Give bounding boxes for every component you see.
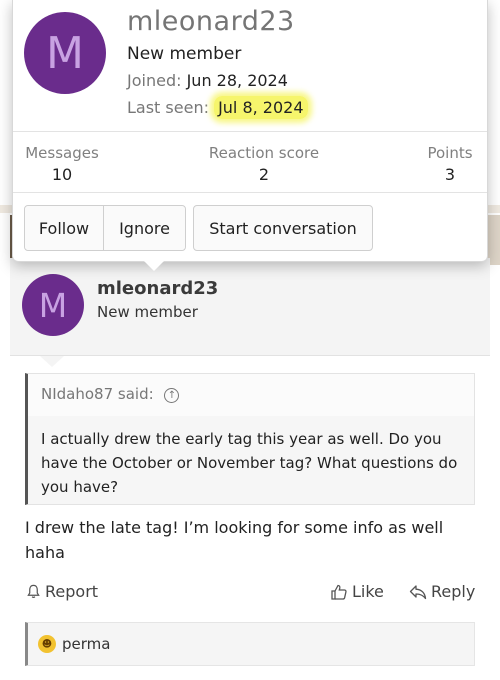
- reaction-users[interactable]: perma: [62, 635, 110, 653]
- reply-arrow-icon: [409, 584, 427, 599]
- like-link[interactable]: Like: [330, 582, 384, 601]
- follow-ignore-group: Follow Ignore: [24, 205, 186, 251]
- member-user-title: New member: [127, 44, 242, 64]
- post-message: I drew the late tag! I’m looking for som…: [25, 518, 444, 562]
- reactions-bar[interactable]: ☻ perma: [25, 622, 475, 666]
- report-link[interactable]: Report: [26, 582, 98, 601]
- stat-messages[interactable]: Messages 10: [24, 144, 100, 184]
- stat-label: Messages: [25, 144, 99, 162]
- follow-button[interactable]: Follow: [25, 206, 104, 250]
- quote-block: NIdaho87 said: ↑ I actually drew the ear…: [25, 373, 475, 505]
- stat-label: Reaction score: [208, 144, 320, 162]
- member-last-seen: Last seen: Jul 8, 2024: [127, 96, 308, 119]
- member-stats: Messages 10 Reaction score 2 Points 3: [13, 131, 487, 193]
- last-seen-label: Last seen:: [127, 98, 209, 117]
- post-actions-bar: Report Like Reply: [0, 582, 500, 608]
- reply-link[interactable]: Reply: [409, 582, 475, 601]
- ignore-button[interactable]: Ignore: [104, 206, 185, 250]
- stat-value: 2: [258, 165, 270, 184]
- member-username[interactable]: mleonard23: [127, 6, 295, 37]
- member-card-header: M mleonard23 New member Joined: Jun 28, …: [13, 0, 487, 130]
- stat-value: 3: [444, 165, 456, 184]
- post-user-title: New member: [97, 303, 198, 321]
- joined-label: Joined:: [127, 71, 182, 90]
- like-label: Like: [352, 582, 384, 601]
- post-user-header: M mleonard23 New member: [10, 258, 490, 356]
- last-seen-value: Jul 8, 2024: [214, 96, 308, 119]
- bell-icon: [27, 584, 40, 598]
- stat-points[interactable]: Points 3: [425, 144, 475, 184]
- avatar[interactable]: M: [24, 12, 106, 94]
- member-tooltip-card: M mleonard23 New member Joined: Jun 28, …: [12, 0, 488, 262]
- member-joined: Joined: Jun 28, 2024: [127, 71, 288, 90]
- quote-author[interactable]: NIdaho87 said:: [41, 385, 154, 403]
- post-username[interactable]: mleonard23: [97, 278, 218, 299]
- arrow-up-circle-icon[interactable]: ↑: [164, 388, 180, 403]
- joined-value: Jun 28, 2024: [186, 71, 288, 90]
- thumbs-up-icon: [331, 584, 347, 600]
- stat-value: 10: [51, 165, 73, 184]
- post-header-arrow: [40, 356, 64, 367]
- reply-label: Reply: [431, 582, 476, 601]
- start-conversation-button[interactable]: Start conversation: [193, 205, 373, 251]
- stat-reaction-score[interactable]: Reaction score 2: [204, 144, 324, 184]
- stat-label: Points: [427, 144, 473, 162]
- tooltip-arrow: [142, 259, 166, 271]
- avatar[interactable]: M: [22, 274, 84, 336]
- quote-text: I actually drew the early tag this year …: [28, 416, 474, 504]
- report-label: Report: [45, 582, 99, 601]
- quote-header: NIdaho87 said: ↑: [28, 374, 474, 416]
- laughing-emoji-icon: ☻: [38, 635, 56, 653]
